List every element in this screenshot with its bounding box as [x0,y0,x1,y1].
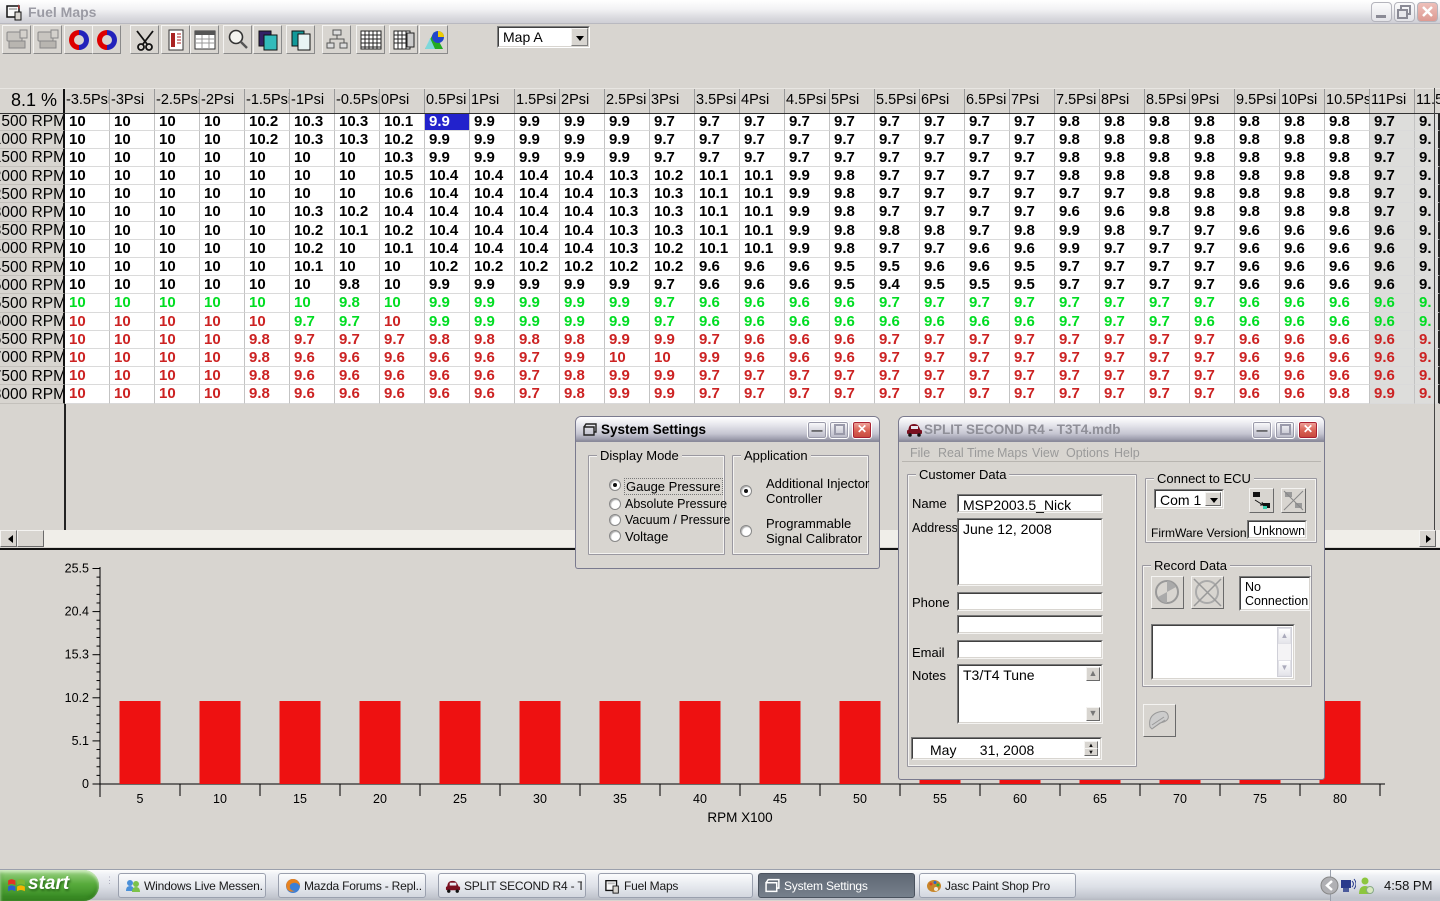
svg-text:45: 45 [773,792,787,806]
svg-text:15: 15 [293,792,307,806]
svg-text:55: 55 [933,792,947,806]
svg-text:30: 30 [533,792,547,806]
svg-text:50: 50 [853,792,867,806]
svg-text:5.1: 5.1 [72,734,89,748]
svg-text:5: 5 [137,792,144,806]
svg-text:75: 75 [1253,792,1267,806]
svg-text:65: 65 [1093,792,1107,806]
svg-text:10.2: 10.2 [65,691,89,705]
svg-text:20: 20 [373,792,387,806]
svg-text:20.4: 20.4 [65,605,89,619]
svg-text:10: 10 [213,792,227,806]
svg-text:0: 0 [82,777,89,791]
svg-text:15.3: 15.3 [65,648,89,662]
svg-text:25: 25 [453,792,467,806]
svg-text:40: 40 [693,792,707,806]
svg-text:25.5: 25.5 [65,562,89,576]
svg-text:60: 60 [1013,792,1027,806]
svg-text:70: 70 [1173,792,1187,806]
svg-text:35: 35 [613,792,627,806]
svg-text:80: 80 [1333,792,1347,806]
svg-text:RPM X100: RPM X100 [707,810,772,825]
